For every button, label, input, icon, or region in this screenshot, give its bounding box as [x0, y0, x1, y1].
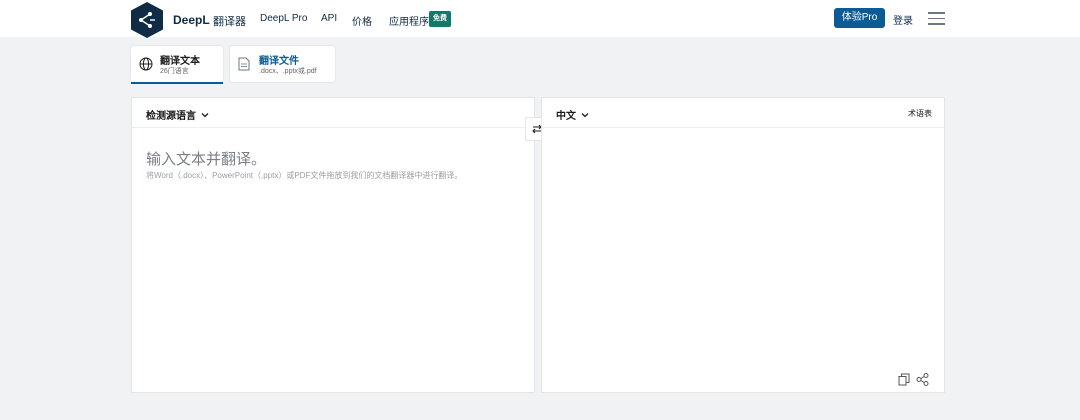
nav-pricing[interactable]: 价格 — [352, 13, 372, 28]
target-language-select[interactable]: 中文 — [556, 107, 590, 122]
nav-apps[interactable]: 应用程序 — [389, 13, 429, 28]
glossary-button[interactable]: 术语表 — [908, 108, 932, 119]
chevron-down-icon — [201, 112, 209, 117]
share-icon[interactable] — [916, 373, 929, 386]
nav-api[interactable]: API — [321, 13, 337, 24]
output-actions — [898, 373, 929, 386]
tab-subtitle: .docx、.pptx或.pdf — [259, 68, 317, 75]
tab-title: 翻译文本 — [160, 56, 200, 67]
hamburger-menu-icon[interactable] — [928, 12, 945, 25]
chevron-down-icon — [581, 112, 589, 117]
top-header: DeepL 翻译器 DeepL Pro API 价格 应用程序 免费 体验Pro… — [0, 0, 1080, 39]
copy-icon[interactable] — [898, 373, 910, 386]
brand-name[interactable]: DeepL — [173, 13, 210, 27]
free-badge: 免费 — [429, 11, 451, 27]
source-language-select[interactable]: 检测源语言 — [146, 107, 210, 122]
drop-file-hint: 将Word（.docx）、PowerPoint（.pptx）或PDF文件拖放到我… — [146, 171, 463, 180]
nav-deepl-pro[interactable]: DeepL Pro — [260, 13, 307, 24]
deepl-logo-icon[interactable] — [130, 1, 164, 39]
document-icon — [238, 57, 250, 71]
source-input-placeholder[interactable]: 输入文本并翻译。 — [146, 148, 266, 169]
source-panel-header: 检测源语言 — [132, 98, 534, 128]
tab-translate-files[interactable]: 翻译文件 .docx、.pptx或.pdf — [230, 46, 335, 82]
source-language-label: 检测源语言 — [146, 111, 196, 122]
brand-subtitle[interactable]: 翻译器 — [213, 13, 246, 29]
target-language-label: 中文 — [556, 111, 576, 122]
tab-translate-text[interactable]: 翻译文本 26门语言 — [131, 46, 223, 84]
target-panel: 中文 术语表 — [541, 97, 945, 393]
tab-subtitle: 26门语言 — [160, 68, 189, 75]
globe-icon — [139, 57, 153, 71]
tab-title: 翻译文件 — [259, 56, 299, 67]
target-panel-header: 中文 术语表 — [542, 98, 944, 128]
login-link[interactable]: 登录 — [893, 12, 913, 27]
try-pro-button[interactable]: 体验Pro — [834, 8, 885, 28]
source-panel: 检测源语言 输入文本并翻译。 将Word（.docx）、PowerPoint（.… — [131, 97, 535, 393]
